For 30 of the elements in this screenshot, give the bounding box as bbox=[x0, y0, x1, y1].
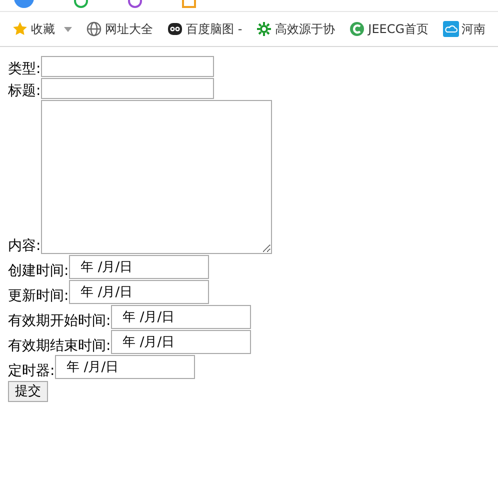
text-field[interactable] bbox=[40, 56, 214, 77]
field-label: 内容: bbox=[8, 238, 41, 254]
text-field[interactable] bbox=[40, 78, 214, 99]
globe-icon bbox=[86, 21, 102, 37]
field-label: 定时器: bbox=[8, 363, 55, 379]
date-field[interactable]: 年 /月/日 bbox=[68, 255, 209, 279]
field-label: 更新时间: bbox=[8, 288, 69, 304]
bookmark-item[interactable]: 河南 bbox=[442, 20, 486, 38]
star-icon bbox=[12, 21, 28, 37]
bookmark-item[interactable]: 网址大全 bbox=[86, 20, 153, 38]
bookmark-item[interactable]: 收藏 bbox=[12, 20, 72, 38]
content-textarea[interactable] bbox=[40, 100, 272, 254]
owl-icon bbox=[167, 21, 183, 37]
date-field[interactable]: 年 /月/日 bbox=[68, 280, 209, 304]
cloud-icon bbox=[442, 21, 459, 37]
field-label: 标题: bbox=[8, 83, 41, 99]
date-field[interactable]: 年 /月/日 bbox=[110, 330, 251, 354]
field-label: 类型: bbox=[8, 61, 41, 77]
submit-button[interactable]: 提交 bbox=[8, 381, 48, 402]
c-logo-icon bbox=[349, 21, 366, 37]
date-field[interactable]: 年 /月/日 bbox=[110, 305, 251, 329]
field-label: 创建时间: bbox=[8, 263, 69, 279]
field-label: 有效期开始时间: bbox=[8, 313, 111, 329]
bookmark-item[interactable]: 百度脑图 - bbox=[167, 20, 242, 38]
bookmark-item[interactable]: 高效源于协 bbox=[256, 20, 336, 38]
field-label: 有效期结束时间: bbox=[8, 338, 111, 354]
caret-icon bbox=[64, 26, 72, 32]
gear-icon bbox=[256, 21, 272, 37]
bookmark-item[interactable]: JEECG首页 bbox=[349, 20, 429, 38]
date-field[interactable]: 年 /月/日 bbox=[54, 355, 195, 379]
